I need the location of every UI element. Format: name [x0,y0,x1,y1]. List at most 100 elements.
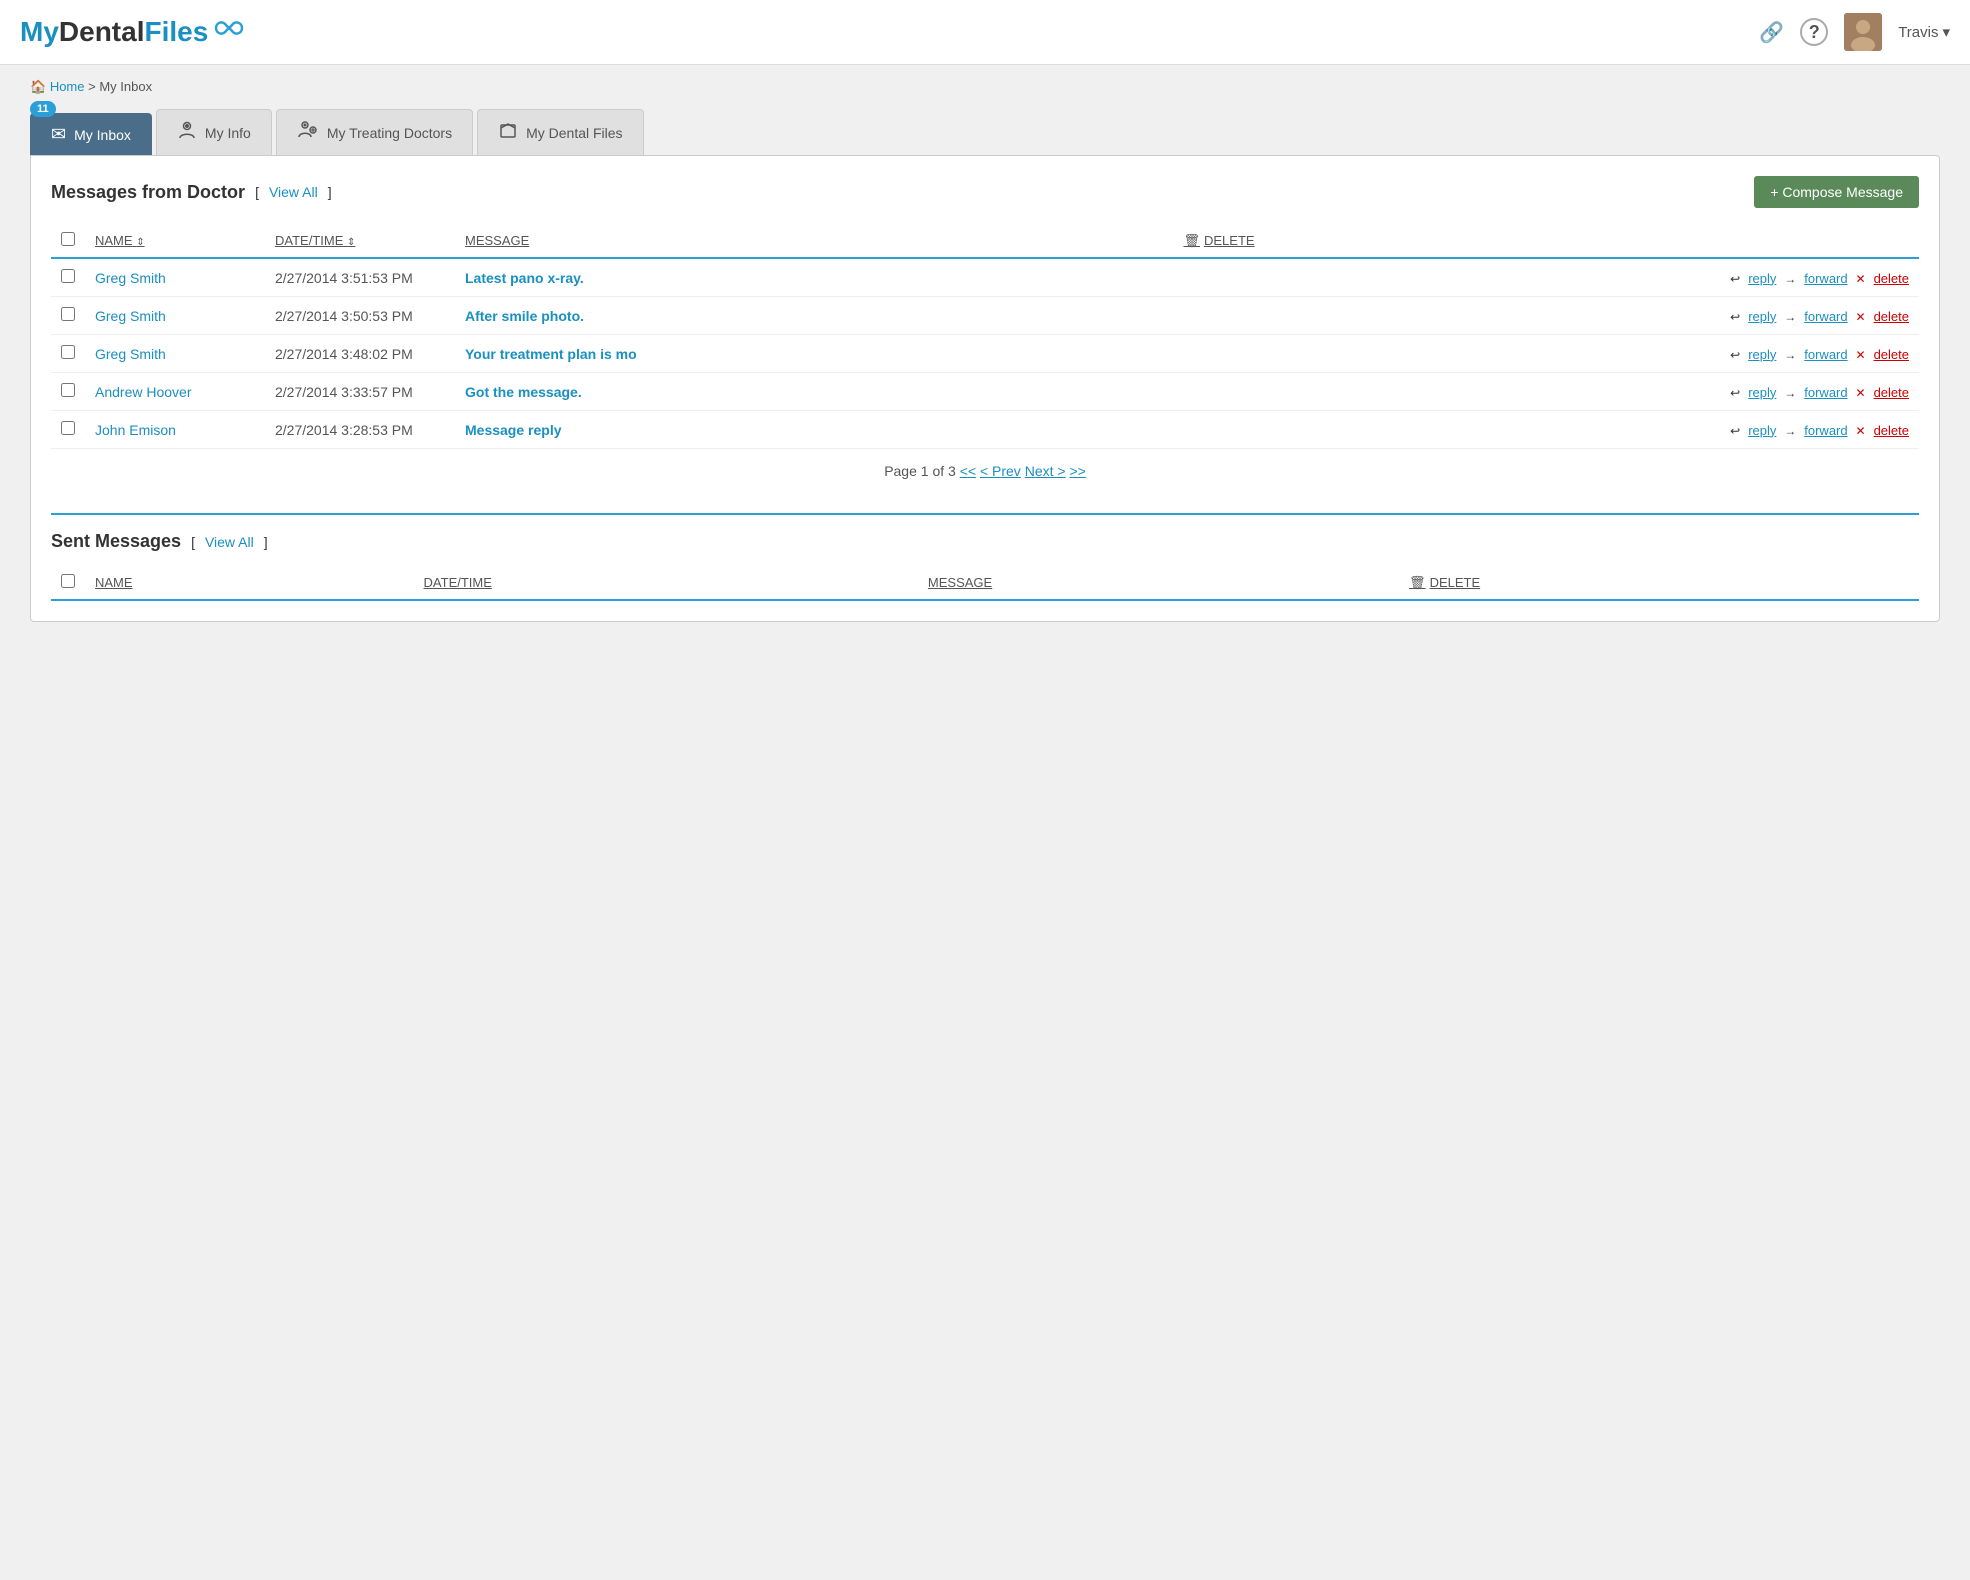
message-link-2[interactable]: Your treatment plan is mo [465,346,637,362]
header-datetime: DATE/TIME ⇕ [265,224,455,258]
row-sender: Greg Smith [85,258,265,297]
link-icon[interactable]: 🔗 [1759,20,1784,45]
sent-delete-col-label: DELETE [1430,575,1481,590]
tab-doctors[interactable]: My Treating Doctors [276,109,473,155]
delete-link-2[interactable]: delete [1874,347,1909,362]
select-all-checkbox[interactable] [61,232,75,246]
last-page-link[interactable]: >> [1069,463,1085,479]
datetime-col-label: DATE/TIME [275,233,343,248]
reply-arrow-icon: ↩ [1730,424,1740,438]
row-actions: ↩reply →forward ✕delete [1173,411,1919,449]
prev-page-link[interactable]: < Prev [980,463,1021,479]
delete-x-icon: ✕ [1856,348,1866,362]
message-link-3[interactable]: Got the message. [465,384,582,400]
logo-dental: Dental [59,16,145,47]
row-checkbox-cell [51,258,85,297]
header-right: 🔗 ? Travis ▾ [1759,13,1950,51]
reply-link-0[interactable]: reply [1748,271,1776,286]
reply-link-4[interactable]: reply [1748,423,1776,438]
sender-link-0[interactable]: Greg Smith [95,270,166,286]
logo-files: Files [144,16,208,47]
forward-link-0[interactable]: forward [1804,271,1847,286]
inbox-tab-icon: ✉ [51,124,66,145]
next-page-link[interactable]: Next > [1025,463,1066,479]
row-actions: ↩reply →forward ✕delete [1173,373,1919,411]
reply-arrow-icon: ↩ [1730,272,1740,286]
delete-link-1[interactable]: delete [1874,309,1909,324]
row-message: Got the message. [455,373,1173,411]
compose-message-button[interactable]: + Compose Message [1754,176,1919,208]
reply-link-2[interactable]: reply [1748,347,1776,362]
avatar [1844,13,1882,51]
sent-messages-section: Sent Messages [ View All ] NAME [51,513,1919,601]
sort-datetime-link[interactable]: DATE/TIME ⇕ [275,233,355,248]
tab-inbox[interactable]: ✉ My Inbox [30,113,152,155]
tab-info[interactable]: My Info [156,109,272,155]
sent-select-all-checkbox[interactable] [61,574,75,588]
row-message: After smile photo. [455,297,1173,335]
sent-datetime-col-label: DATE/TIME [424,575,492,590]
doctors-tab-icon [297,120,319,145]
delete-link-4[interactable]: delete [1874,423,1909,438]
forward-link-2[interactable]: forward [1804,347,1847,362]
sent-view-all-link[interactable]: View All [205,534,254,550]
sort-message-link[interactable]: MESSAGE [465,233,529,248]
files-tab-icon [498,120,518,145]
delete-link-3[interactable]: delete [1874,385,1909,400]
sender-link-2[interactable]: Greg Smith [95,346,166,362]
row-checkbox-2[interactable] [61,345,75,359]
sender-link-1[interactable]: Greg Smith [95,308,166,324]
message-link-4[interactable]: Message reply [465,422,562,438]
messages-view-all-link[interactable]: View All [269,184,318,200]
forward-link-4[interactable]: forward [1804,423,1847,438]
delete-x-icon: ✕ [1856,272,1866,286]
sort-name-link[interactable]: NAME ⇕ [95,233,145,248]
delete-col-label: DELETE [1204,233,1255,248]
sender-link-4[interactable]: John Emison [95,422,176,438]
tab-files[interactable]: My Dental Files [477,109,643,155]
help-icon[interactable]: ? [1800,18,1828,46]
messages-title: Messages from Doctor [51,182,245,203]
reply-link-1[interactable]: reply [1748,309,1776,324]
forward-link-3[interactable]: forward [1804,385,1847,400]
row-checkbox-3[interactable] [61,383,75,397]
row-checkbox-cell [51,411,85,449]
sent-sort-message-link[interactable]: MESSAGE [928,575,992,590]
row-sender: Greg Smith [85,297,265,335]
table-row: John Emison 2/27/2014 3:28:53 PM Message… [51,411,1919,449]
row-checkbox-0[interactable] [61,269,75,283]
messages-table: NAME ⇕ DATE/TIME ⇕ MESSAGE [51,224,1919,449]
row-actions: ↩reply →forward ✕delete [1173,297,1919,335]
row-checkbox-cell [51,373,85,411]
logo-icon [212,17,244,39]
row-checkbox-4[interactable] [61,421,75,435]
reply-link-3[interactable]: reply [1748,385,1776,400]
header-name: NAME ⇕ [85,224,265,258]
row-checkbox-1[interactable] [61,307,75,321]
forward-link-1[interactable]: forward [1804,309,1847,324]
row-checkbox-cell [51,297,85,335]
sent-message-col-label: MESSAGE [928,575,992,590]
delete-all-button[interactable]: 🗑 DELETE [1183,233,1909,249]
home-link[interactable]: Home [50,79,85,94]
user-menu[interactable]: Travis ▾ [1898,23,1950,41]
sent-sort-datetime-link[interactable]: DATE/TIME [424,575,492,590]
forward-arrow-icon: → [1784,348,1796,362]
content-panel: Messages from Doctor [ View All ] + Comp… [30,155,1940,622]
sender-link-3[interactable]: Andrew Hoover [95,384,192,400]
row-sender: Andrew Hoover [85,373,265,411]
first-page-link[interactable]: << [960,463,976,479]
dropdown-arrow-icon: ▾ [1942,23,1950,41]
row-datetime: 2/27/2014 3:50:53 PM [265,297,455,335]
sent-delete-all-button[interactable]: 🗑 DELETE [1409,575,1909,591]
row-sender: Greg Smith [85,335,265,373]
header: MyDentalFiles 🔗 ? Travis ▾ [0,0,1970,65]
table-row: Greg Smith 2/27/2014 3:50:53 PM After sm… [51,297,1919,335]
trash-icon: 🗑 [1183,233,1200,249]
message-link-1[interactable]: After smile photo. [465,308,584,324]
message-link-0[interactable]: Latest pano x-ray. [465,270,584,286]
forward-arrow-icon: → [1784,272,1796,286]
user-name-text: Travis [1898,24,1938,41]
delete-link-0[interactable]: delete [1874,271,1909,286]
sent-sort-name-link[interactable]: NAME [95,575,133,590]
